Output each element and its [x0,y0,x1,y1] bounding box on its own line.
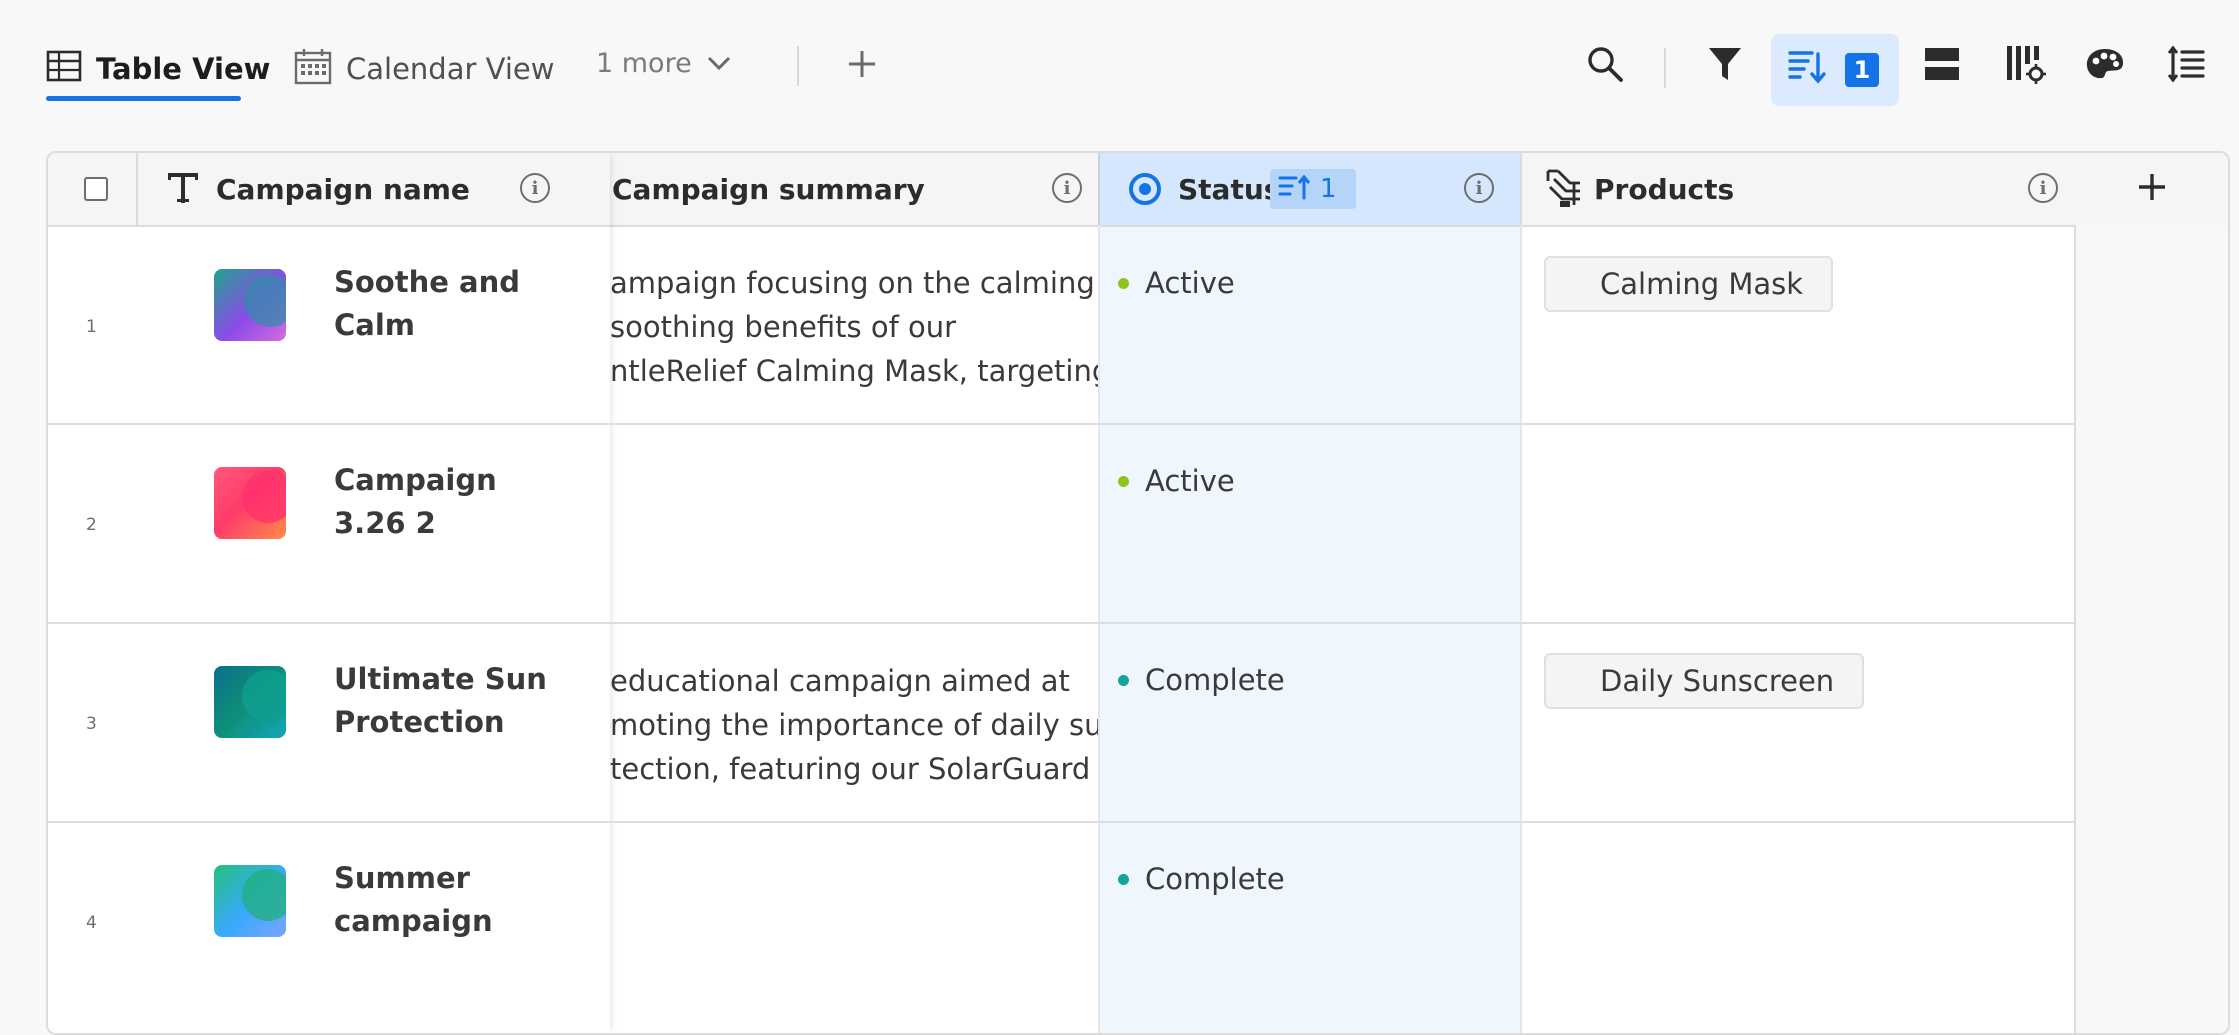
toolbar-divider [1664,48,1666,88]
line-spacing-button[interactable] [2164,44,2208,88]
column-sort-indicator[interactable]: 1 [1270,169,1356,209]
column-sort-count: 1 [1320,174,1337,204]
info-icon[interactable]: i [1052,173,1082,203]
add-view-button[interactable] [840,44,884,88]
row-height-button[interactable] [1920,44,1964,88]
status-label: Complete [1145,663,1285,697]
status-icon [1128,172,1162,210]
vertical-scrollbar-track[interactable] [2228,153,2230,1033]
filter-icon [1707,45,1743,87]
add-column-area [2076,225,2228,1033]
color-palette-button[interactable] [2083,44,2127,88]
status-dot [1118,277,1129,289]
row-number: 2 [86,515,97,535]
more-views-label: 1 more [596,48,692,79]
column-header-label: Products [1594,173,1735,206]
summary-line: educational campaign aimed at [610,664,1070,698]
summary-line: ampaign focusing on the calming [610,266,1095,300]
add-column-button[interactable] [2076,153,2228,227]
campaign-thumbnail [214,269,286,341]
campaign-table: Campaign summary i ampaign focusing on t… [46,151,2230,1035]
table-icon [46,48,82,91]
status-cell[interactable]: Complete [1118,658,1285,702]
status-dot [1118,674,1129,686]
column-header-label: Campaign name [216,173,470,206]
chevron-down-icon [706,48,732,79]
search-button[interactable] [1583,44,1627,88]
summary-line: moting the importance of daily sun [610,708,1098,742]
column-divider [1520,225,1522,1033]
color-palette-icon [2084,44,2126,88]
products-icon [1544,167,1584,213]
row-divider [48,622,2076,624]
search-icon [1586,45,1624,87]
status-cell[interactable]: Active [1118,261,1235,305]
summary-column: Campaign summary i ampaign focusing on t… [610,153,1098,1033]
filter-button[interactable] [1703,44,1747,88]
tab-calendar-view[interactable]: Calendar View [294,46,554,92]
row-number: 4 [86,913,97,933]
summary-line: ntleRelief Calming Mask, targeting ... [610,354,1098,388]
column-header-campaign-name[interactable]: Campaign name i [48,153,610,227]
status-cell[interactable]: Complete [1118,857,1285,901]
info-icon[interactable]: i [1464,173,1494,203]
product-tag[interactable]: Daily Sunscreen [1544,653,1865,709]
status-label: Complete [1145,862,1285,896]
campaign-name-cell[interactable]: Summer campaign [334,857,574,943]
sort-icon [1785,44,1829,88]
select-all-checkbox[interactable] [84,177,108,201]
campaign-name-cell[interactable]: Soothe and Calm [334,261,574,347]
status-dot [1118,475,1129,487]
line-spacing-icon [2166,44,2206,88]
campaign-thumbnail [214,666,286,738]
column-settings-icon [2004,43,2046,89]
column-divider [1098,225,1100,1033]
status-label: Active [1145,464,1235,498]
toolbar-divider [797,46,799,86]
column-header-products[interactable]: Products i [1520,153,2080,227]
plus-icon [2136,171,2168,207]
tab-table-view[interactable]: Table View [46,46,270,92]
column-header-status[interactable]: Status 1 i [1098,153,1522,227]
active-tab-indicator [46,96,241,101]
campaign-thumbnail [214,467,286,539]
tab-table-view-label: Table View [96,52,271,86]
more-views-dropdown[interactable]: 1 more [596,48,732,79]
view-toolbar: Table View Calendar View 1 more 1 [0,0,2239,140]
info-icon[interactable]: i [520,173,550,203]
sort-ascending-icon [1278,174,1312,204]
info-icon[interactable]: i [2028,173,2058,203]
campaign-thumbnail [214,865,286,937]
campaign-name-cell[interactable]: Ultimate Sun Protection [334,658,574,744]
sort-count-badge: 1 [1845,53,1879,87]
row-divider [48,821,2076,823]
status-label: Active [1145,266,1235,300]
plus-icon [846,48,878,84]
column-settings-button[interactable] [2003,44,2047,88]
campaign-summary-cell[interactable]: educational campaign aimed at moting the… [610,659,1098,791]
campaign-summary-cell[interactable]: ampaign focusing on the calming soothing… [610,261,1098,393]
row-number: 3 [86,714,97,734]
status-dot [1118,873,1129,885]
product-tag[interactable]: Calming Mask [1544,256,1834,312]
row-number: 1 [86,317,97,337]
row-divider [48,423,2076,425]
row-height-icon [1922,44,1962,88]
tab-calendar-view-label: Calendar View [346,52,555,86]
campaign-name-cell[interactable]: Campaign 3.26 2 [334,459,574,545]
column-header-label: Status [1178,173,1281,206]
text-type-icon [166,167,200,211]
column-header-campaign-summary[interactable]: Campaign summary i [610,153,1098,227]
status-cell[interactable]: Active [1118,459,1235,503]
summary-line: soothing benefits of our [610,310,957,344]
column-header-label: Campaign summary [612,172,925,206]
calendar-icon [294,47,332,92]
summary-line: tection, featuring our SolarGuard ... [610,752,1098,786]
